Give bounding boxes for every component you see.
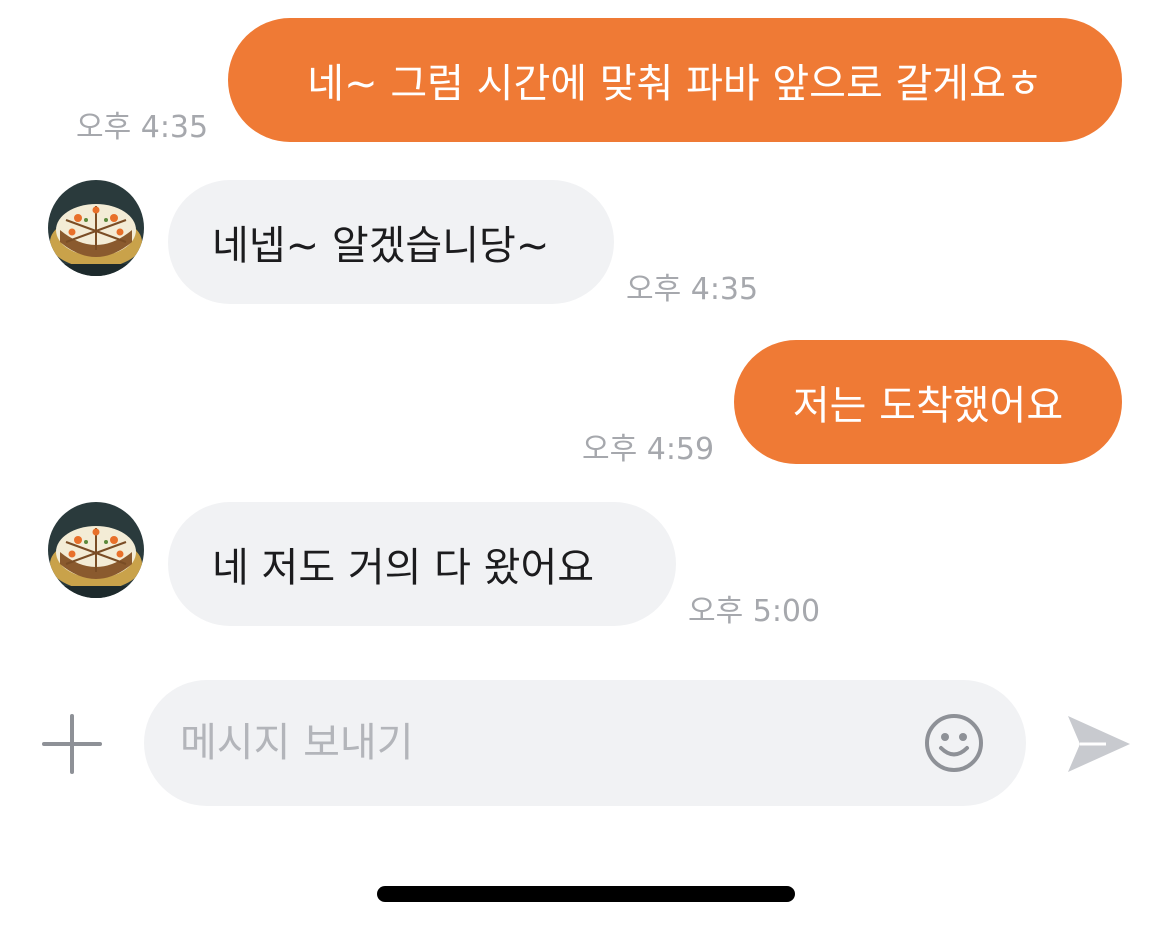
message-bubble-received[interactable]: 네넵~ 알겠습니당~ bbox=[168, 180, 614, 304]
message-timestamp: 오후 4:35 bbox=[76, 110, 209, 145]
message-text: 네 저도 거의 다 왔어요 bbox=[212, 545, 595, 591]
message-bubble-received[interactable]: 네 저도 거의 다 왔어요 bbox=[168, 502, 676, 626]
message-bubble-sent[interactable]: 저는 도착했어요 bbox=[734, 340, 1122, 464]
avatar[interactable] bbox=[48, 502, 144, 598]
emoji-button[interactable] bbox=[922, 711, 986, 775]
avatar[interactable] bbox=[48, 180, 144, 276]
message-timestamp: 오후 4:59 bbox=[582, 432, 715, 467]
home-indicator[interactable] bbox=[377, 886, 795, 902]
send-button[interactable] bbox=[1066, 712, 1132, 776]
message-text: 네~ 그럼 시간에 맞춰 파바 앞으로 갈게요ㅎ bbox=[307, 61, 1043, 107]
add-attachment-button[interactable] bbox=[40, 712, 104, 776]
cake-photo-icon bbox=[48, 502, 144, 598]
message-timestamp: 오후 5:00 bbox=[688, 594, 821, 629]
cake-photo-icon bbox=[48, 180, 144, 276]
message-timestamp: 오후 4:35 bbox=[626, 272, 759, 307]
message-text: 저는 도착했어요 bbox=[792, 383, 1064, 429]
message-input[interactable] bbox=[180, 680, 900, 806]
smiley-icon bbox=[925, 714, 983, 772]
plus-icon bbox=[42, 714, 102, 774]
message-bubble-sent[interactable]: 네~ 그럼 시간에 맞춰 파바 앞으로 갈게요ㅎ bbox=[228, 18, 1122, 142]
message-composer bbox=[144, 680, 1026, 806]
paper-plane-icon bbox=[1068, 716, 1130, 772]
message-text: 네넵~ 알겠습니당~ bbox=[212, 223, 550, 269]
